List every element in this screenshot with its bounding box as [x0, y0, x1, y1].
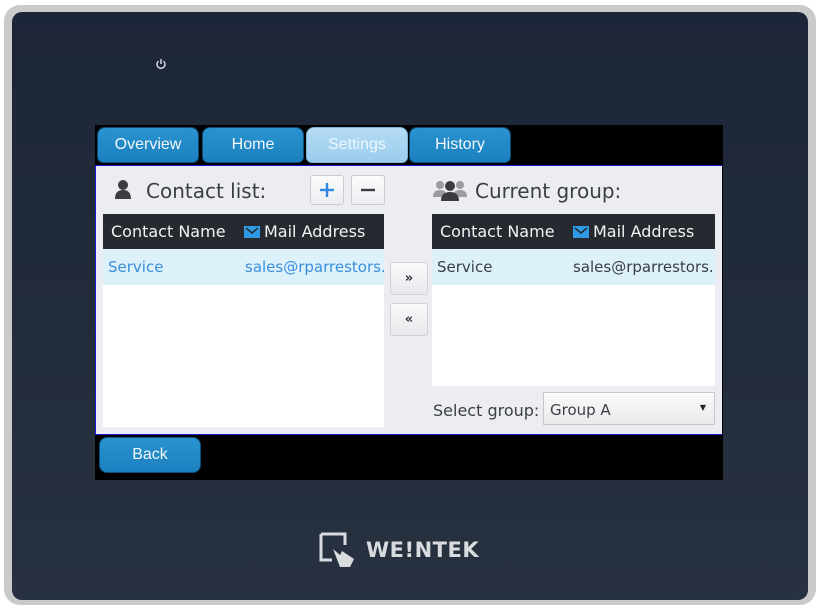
add-contact-button[interactable] [310, 175, 344, 205]
contact-list-title: Contact list: [146, 179, 267, 203]
brand-logo: WE!NTEK [318, 530, 479, 570]
column-contact-name: Contact Name [440, 222, 555, 241]
mail-icon [244, 225, 260, 238]
dropdown-arrow-icon: ▼ [699, 403, 706, 412]
brand-name: WE!NTEK [366, 538, 480, 562]
plus-icon [320, 183, 334, 197]
mail-icon [573, 225, 589, 238]
table-header: Contact Name Mail Address [103, 214, 384, 249]
back-button[interactable]: Back [99, 437, 201, 473]
group-icon [433, 179, 467, 205]
tab-overview[interactable]: Overview [97, 127, 199, 163]
contact-name-cell: Service [437, 258, 493, 276]
tab-home[interactable]: Home [202, 127, 304, 163]
tab-bar: Overview Home Settings History [95, 125, 723, 165]
tab-history[interactable]: History [409, 127, 511, 163]
table-row[interactable]: Service sales@rparrestors. [103, 249, 386, 285]
group-select[interactable]: Group A ▼ [543, 392, 715, 425]
hmi-screen: Overview Home Settings History Contact l… [95, 125, 723, 480]
select-group-label: Select group: [433, 401, 540, 420]
settings-panel: Contact list: Contact Name Mail Address … [95, 165, 722, 435]
contact-list-table: Contact Name Mail Address Service sales@… [103, 214, 386, 427]
table-row[interactable]: Service sales@rparrestors. [432, 249, 715, 285]
current-group-table: Contact Name Mail Address Service sales@… [432, 214, 715, 386]
mail-address-cell: sales@rparrestors. [573, 258, 714, 276]
remove-from-group-button[interactable]: « [390, 303, 428, 336]
minus-icon [361, 188, 375, 192]
group-select-value: Group A [550, 401, 611, 419]
current-group-title: Current group: [475, 179, 622, 203]
column-mail-address: Mail Address [573, 222, 694, 241]
add-to-group-button[interactable]: » [390, 262, 428, 295]
user-icon [114, 179, 132, 203]
column-contact-name: Contact Name [111, 222, 226, 241]
power-icon[interactable] [154, 58, 168, 72]
column-mail-address: Mail Address [244, 222, 365, 241]
mail-address-cell: sales@rparrestors. [245, 258, 386, 276]
table-header: Contact Name Mail Address [432, 214, 715, 249]
weintek-logo-icon [319, 532, 354, 567]
contact-name-cell: Service [108, 258, 164, 276]
tab-settings[interactable]: Settings [306, 127, 408, 163]
remove-contact-button[interactable] [351, 175, 385, 205]
